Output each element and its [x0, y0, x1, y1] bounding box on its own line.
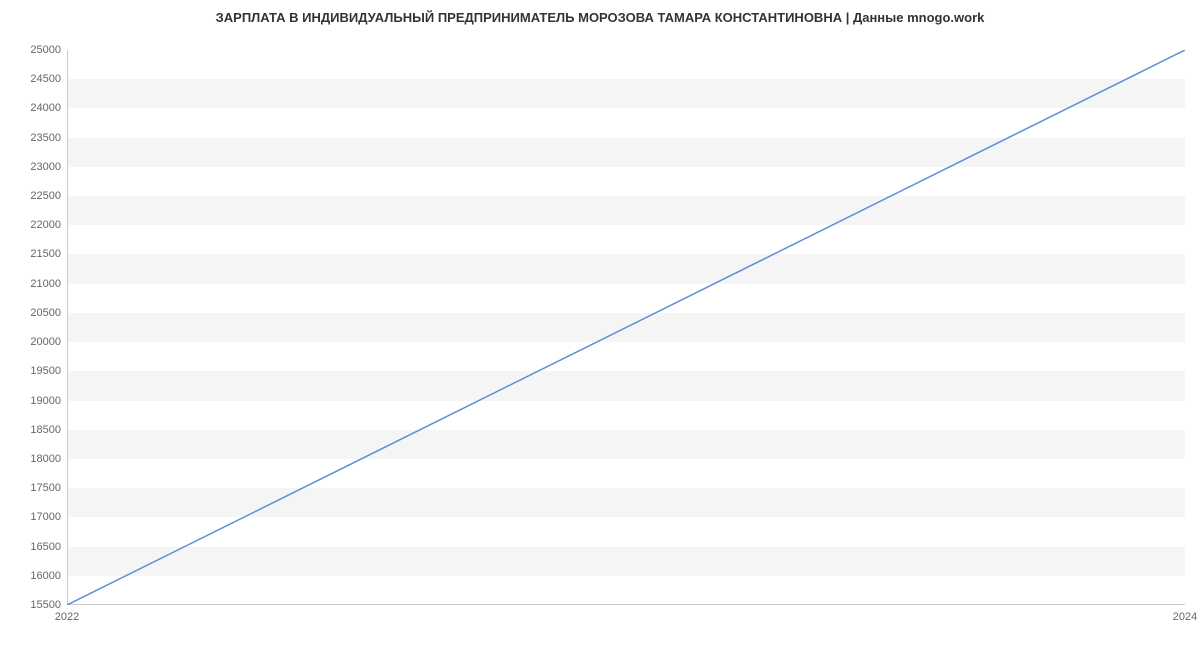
y-tick-label: 17000 [30, 511, 61, 523]
y-tick-label: 24500 [30, 73, 61, 85]
y-tick-label: 20500 [30, 307, 61, 319]
grid-band [67, 79, 1185, 108]
grid-band [67, 430, 1185, 459]
y-tick-label: 17500 [30, 482, 61, 494]
grid-band [67, 313, 1185, 342]
y-tick-label: 21000 [30, 278, 61, 290]
y-tick-label: 19500 [30, 365, 61, 377]
chart-container: 1550016000165001700017500180001850019000… [67, 50, 1185, 605]
plot-area: 1550016000165001700017500180001850019000… [67, 50, 1185, 605]
x-axis-line [67, 604, 1185, 605]
y-tick-label: 18000 [30, 453, 61, 465]
grid-band [67, 254, 1185, 283]
y-tick-label: 19000 [30, 395, 61, 407]
y-tick-label: 23000 [30, 161, 61, 173]
y-tick-label: 16500 [30, 541, 61, 553]
y-tick-label: 18500 [30, 424, 61, 436]
grid-band [67, 196, 1185, 225]
y-tick-label: 16000 [30, 570, 61, 582]
x-tick-label: 2024 [1173, 611, 1197, 623]
y-tick-label: 23500 [30, 132, 61, 144]
y-tick-label: 22500 [30, 190, 61, 202]
y-tick-label: 20000 [30, 336, 61, 348]
x-tick-label: 2022 [55, 611, 79, 623]
grid-band [67, 547, 1185, 576]
y-tick-label: 24000 [30, 102, 61, 114]
grid-band [67, 488, 1185, 517]
y-tick-label: 22000 [30, 219, 61, 231]
grid-band [67, 138, 1185, 167]
grid-band [67, 371, 1185, 400]
y-tick-label: 21500 [30, 248, 61, 260]
y-tick-label: 25000 [30, 44, 61, 56]
chart-title: ЗАРПЛАТА В ИНДИВИДУАЛЬНЫЙ ПРЕДПРИНИМАТЕЛ… [0, 0, 1200, 33]
y-tick-label: 15500 [30, 599, 61, 611]
y-axis-line [67, 50, 68, 605]
